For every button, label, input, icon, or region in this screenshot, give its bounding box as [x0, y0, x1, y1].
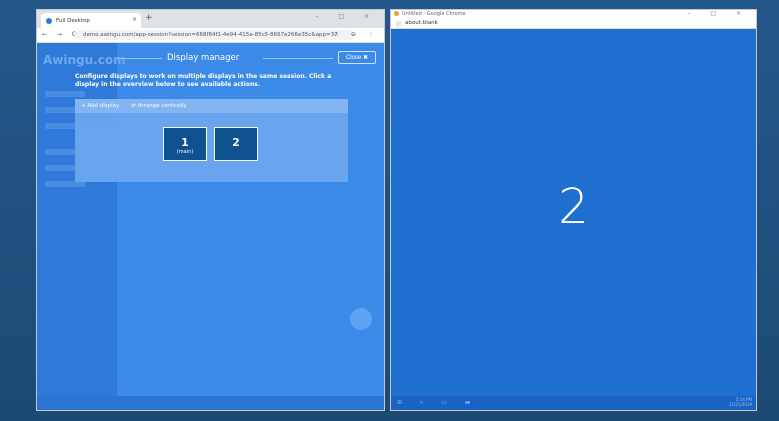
display-tile-2[interactable]: 2	[214, 127, 258, 161]
window-title-bar: Untitled - Google Chrome – □ ×	[391, 10, 756, 19]
dialog-title: Display manager	[167, 53, 240, 63]
address-bar-row: ← → C demo.awingu.com/app-session?sessio…	[37, 28, 384, 43]
address-actions[interactable]: ☆ ⊖ ⋮	[334, 31, 379, 38]
globe-icon	[46, 17, 52, 24]
sidebar-item	[45, 91, 85, 97]
window-controls[interactable]: – □ ×	[687, 10, 750, 17]
display-overview-panel: + Add display ⇄ Arrange vertically 1 (ma…	[75, 99, 348, 182]
tab-full-desktop[interactable]: Full Desktop ×	[41, 13, 141, 28]
display-2-area: 2 ⊞ ⌕ ▭ ▬ 5:14 PM 11/21/2019	[391, 29, 756, 410]
display-tile-1[interactable]: 1 (main)	[163, 127, 207, 161]
close-label: Close	[345, 54, 362, 61]
display-number-large: 2	[558, 179, 589, 235]
url-field[interactable]: demo.awingu.com/app-session?session=668f…	[75, 30, 354, 40]
arrange-vertically-button[interactable]: ⇄ Arrange vertically	[131, 103, 186, 109]
info-icon[interactable]: ⓘ	[396, 20, 402, 28]
display-number: 2	[232, 136, 240, 149]
awingu-logo: Awingu.com	[43, 53, 126, 67]
address-bar-row: ⓘ about:blank	[391, 19, 756, 29]
title-divider-left	[117, 58, 162, 59]
tab-close-icon[interactable]: ×	[132, 16, 137, 23]
help-bubble-icon[interactable]	[350, 308, 372, 330]
close-button[interactable]: Close ✖	[338, 51, 376, 64]
clock-date: 11/21/2019	[728, 402, 752, 407]
window-title: Untitled - Google Chrome	[402, 11, 466, 17]
add-display-button[interactable]: + Add display	[81, 103, 119, 109]
url-field[interactable]: about:blank	[405, 20, 438, 26]
chrome-icon	[394, 11, 399, 16]
taskbar	[37, 396, 384, 410]
display-sub-label: (main)	[176, 149, 194, 155]
clock: 5:14 PM 11/21/2019	[729, 397, 752, 407]
display-number: 1	[181, 136, 189, 149]
window-controls[interactable]: – □ ×	[315, 13, 378, 20]
browser-window-full-desktop: Full Desktop × + – □ × ← → C demo.awingu…	[36, 9, 385, 411]
browser-window-untitled: Untitled - Google Chrome – □ × ⓘ about:b…	[390, 9, 757, 411]
dialog-description: Configure displays to work on multiple d…	[75, 73, 332, 88]
tab-title: Full Desktop	[56, 17, 90, 24]
close-icon: ✖	[362, 55, 369, 61]
panel-toolbar: + Add display ⇄ Arrange vertically	[75, 99, 348, 113]
awingu-app-area: Awingu.com Display manager Close ✖ Confi…	[37, 43, 384, 410]
new-tab-button[interactable]: +	[145, 13, 153, 23]
title-divider-right	[263, 58, 333, 59]
tab-strip: Full Desktop × + – □ ×	[37, 10, 384, 28]
taskbar-icons[interactable]: ⊞ ⌕ ▭ ▬	[397, 399, 478, 407]
taskbar: ⊞ ⌕ ▭ ▬ 5:14 PM 11/21/2019	[391, 396, 756, 410]
